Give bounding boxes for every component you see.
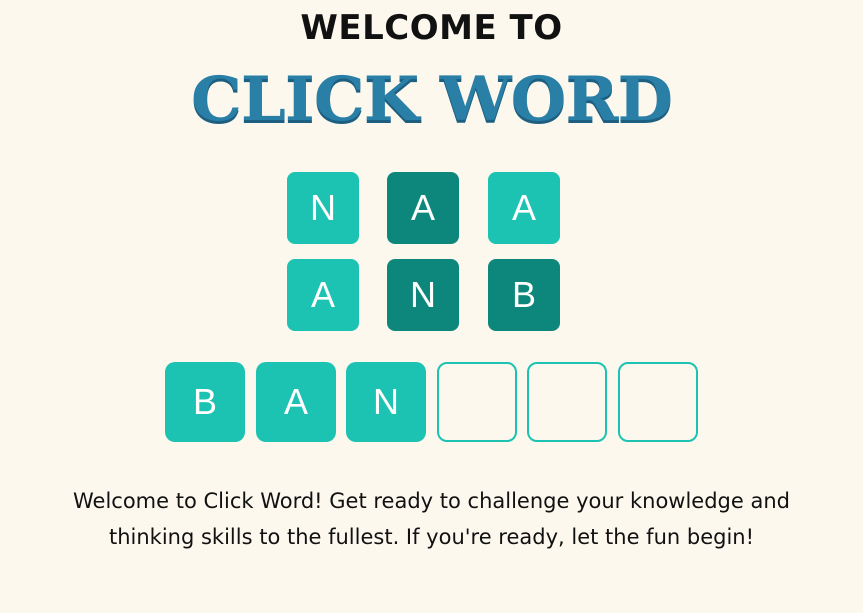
letter-tile[interactable]: N — [387, 259, 459, 331]
answer-slot[interactable] — [437, 362, 517, 442]
answer-slot[interactable]: N — [346, 362, 426, 442]
welcome-description: Welcome to Click Word! Get ready to chal… — [73, 489, 790, 549]
game-logo: CLICK WORD — [190, 63, 673, 136]
letter-tile[interactable]: A — [488, 172, 560, 244]
answer-slot[interactable]: A — [256, 362, 336, 442]
letter-tile[interactable]: A — [387, 172, 459, 244]
answer-slot[interactable] — [527, 362, 607, 442]
answer-slot[interactable] — [618, 362, 698, 442]
letter-tile[interactable]: A — [287, 259, 359, 331]
letter-tile[interactable]: B — [488, 259, 560, 331]
answer-slot[interactable]: B — [165, 362, 245, 442]
letter-tile[interactable]: N — [287, 172, 359, 244]
welcome-subtitle: WELCOME TO — [300, 8, 563, 48]
